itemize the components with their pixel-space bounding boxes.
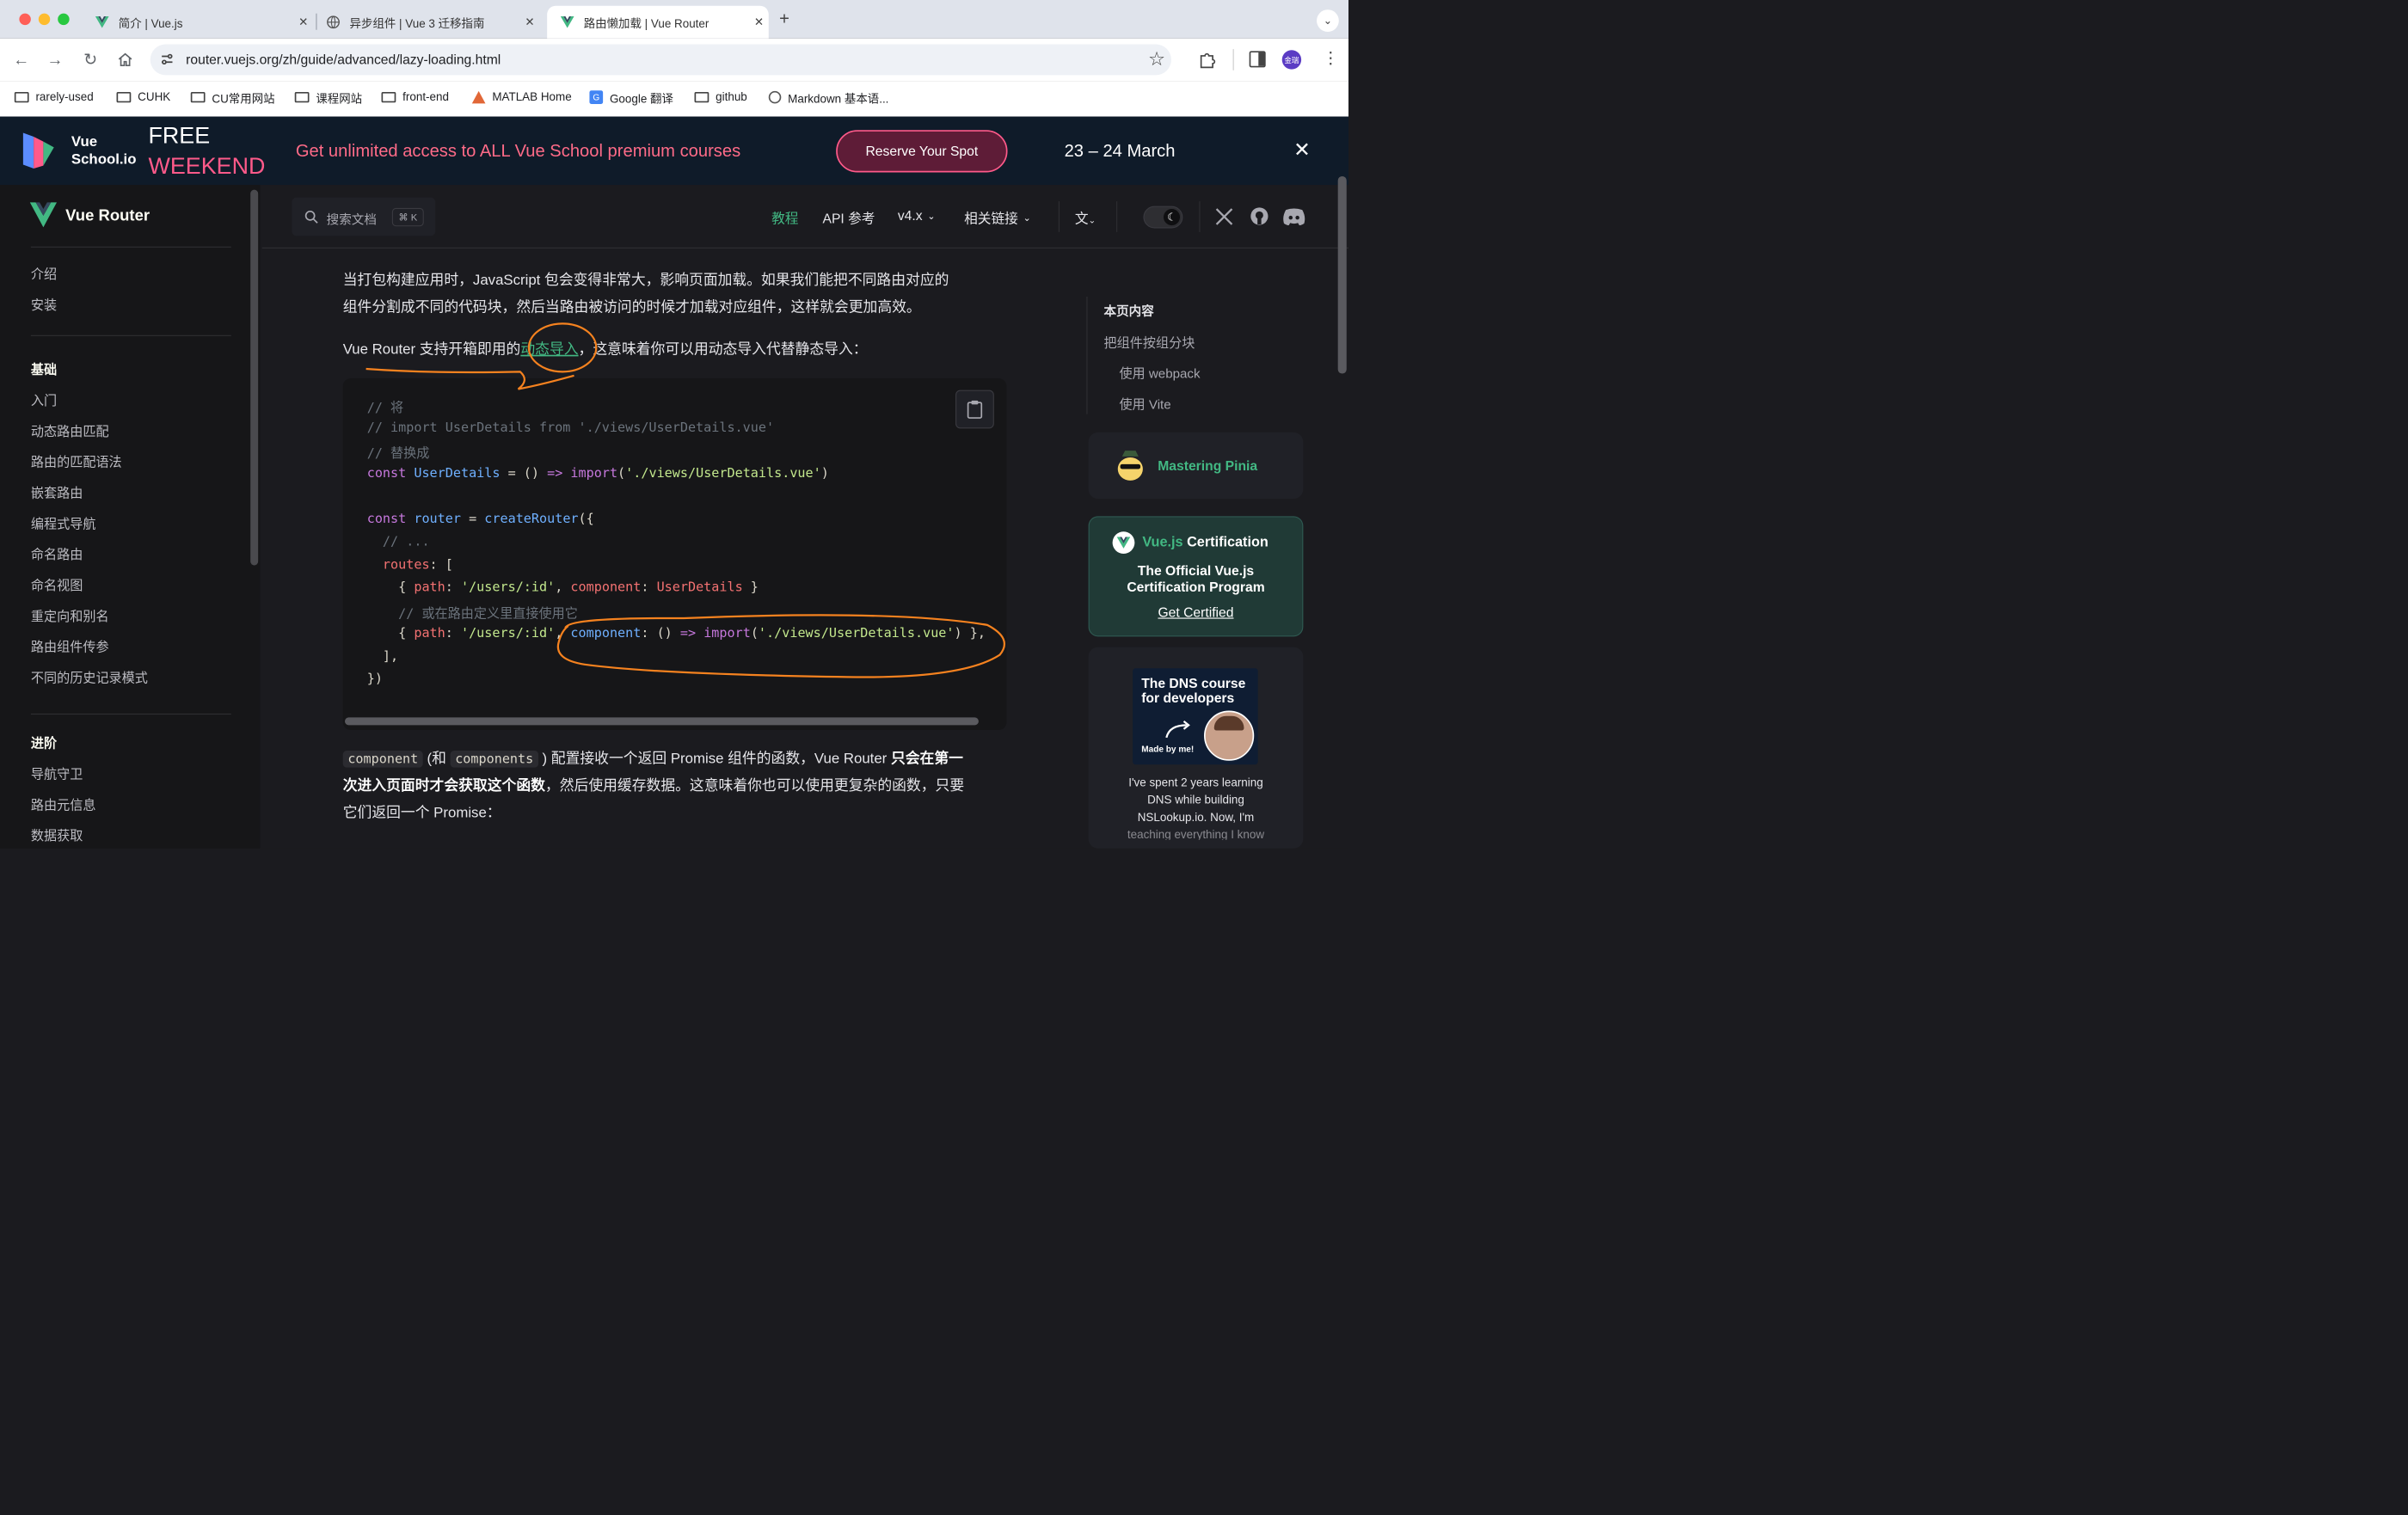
dns-made-by-me: Made by me! xyxy=(1141,744,1195,754)
toc-item-webpack[interactable]: 使用 webpack xyxy=(1119,363,1200,382)
toc-marker-line xyxy=(1086,296,1088,414)
get-certified-link[interactable]: Get Certified xyxy=(1089,604,1304,620)
dns-text-line3: NSLookup.io. Now, I'm xyxy=(1137,811,1255,825)
page-scrollbar[interactable] xyxy=(1337,175,1347,374)
annotation-circle-component xyxy=(556,614,1005,678)
dns-text-line1: I've spent 2 years learning xyxy=(1128,776,1263,789)
annotation-underline xyxy=(366,367,574,390)
dns-title-line2: for developers xyxy=(1141,690,1235,706)
dns-text-line2: DNS while building xyxy=(1147,793,1244,807)
dns-title-line1: The DNS course xyxy=(1141,676,1246,691)
certification-heading: Vue.js Certification xyxy=(1142,535,1268,550)
annotation-circle-dynamic-import xyxy=(527,322,598,373)
certification-word: Certification xyxy=(1187,534,1268,550)
toc-title: 本页内容 xyxy=(1103,304,1154,319)
certification-line1: The Official Vue.js xyxy=(1137,563,1255,579)
mastering-pinia-text: Mastering Pinia xyxy=(1158,458,1258,474)
author-avatar xyxy=(1204,710,1255,761)
dns-text-line4: teaching everything I know xyxy=(1127,828,1265,840)
certification-line2: Certification Program xyxy=(1127,580,1265,595)
toc-item-chunks[interactable]: 把组件按组分块 xyxy=(1104,332,1195,351)
pinia-mascot-icon xyxy=(1116,450,1144,481)
certification-brand: Vue.js xyxy=(1142,534,1183,550)
vue-logo-icon xyxy=(1112,531,1135,554)
curved-arrow-icon xyxy=(1164,721,1191,739)
toc-item-vite[interactable]: 使用 Vite xyxy=(1119,394,1170,413)
